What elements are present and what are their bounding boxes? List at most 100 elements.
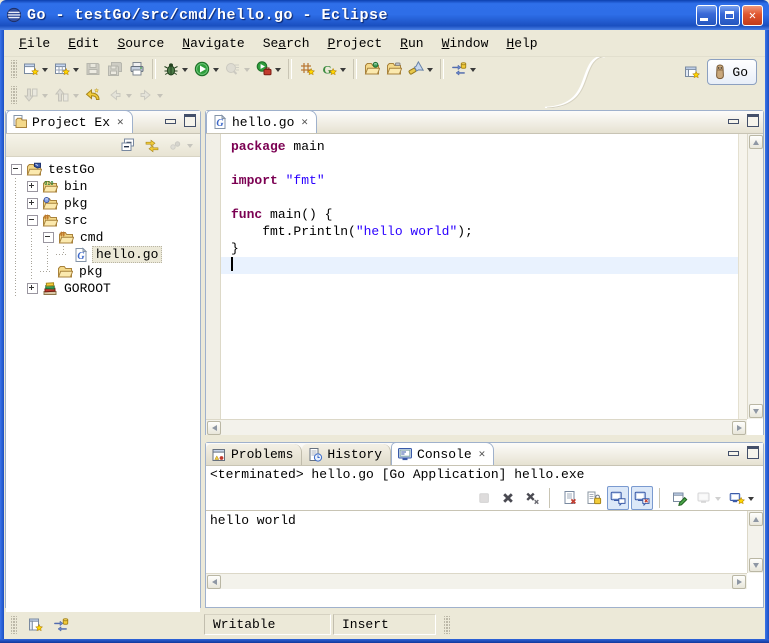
console-vertical-scrollbar[interactable] bbox=[747, 511, 763, 573]
scroll-left-button[interactable] bbox=[207, 421, 221, 435]
tree-item-src[interactable]: src bbox=[8, 212, 198, 229]
minimize-view-button[interactable] bbox=[164, 114, 177, 125]
tree-item-testgo[interactable]: testGo bbox=[8, 161, 198, 178]
collapse-icon[interactable] bbox=[11, 164, 22, 175]
debug-button[interactable] bbox=[160, 57, 191, 81]
external-tools-button[interactable] bbox=[253, 57, 284, 81]
fast-view-button[interactable] bbox=[24, 613, 46, 637]
horizontal-sash[interactable] bbox=[205, 435, 764, 442]
dropdown-arrow-icon[interactable] bbox=[470, 68, 476, 75]
code-line[interactable]: import "fmt" bbox=[221, 172, 739, 189]
dropdown-arrow-icon[interactable] bbox=[187, 144, 193, 151]
code-line[interactable]: func main() { bbox=[221, 206, 739, 223]
code-line[interactable]: } bbox=[221, 240, 739, 257]
editor-vertical-scrollbar[interactable] bbox=[747, 134, 763, 419]
code-line[interactable] bbox=[221, 155, 739, 172]
display-console-button[interactable] bbox=[693, 486, 724, 510]
open-perspective-button[interactable] bbox=[681, 60, 703, 84]
pin-console-button[interactable] bbox=[669, 486, 691, 510]
close-editor-icon[interactable]: ✕ bbox=[301, 115, 308, 129]
expand-icon[interactable] bbox=[27, 181, 38, 192]
dropdown-arrow-icon[interactable] bbox=[213, 68, 219, 75]
go-perspective-button[interactable]: Go bbox=[707, 59, 757, 85]
menu-help[interactable]: Help bbox=[497, 33, 546, 54]
scroll-down-button[interactable] bbox=[749, 558, 763, 572]
sync-button[interactable] bbox=[448, 57, 479, 81]
close-view-icon[interactable]: ✕ bbox=[117, 115, 124, 129]
scroll-right-button[interactable] bbox=[732, 421, 746, 435]
tab-history[interactable]: History bbox=[302, 444, 391, 465]
tab-problems[interactable]: Problems bbox=[206, 444, 302, 465]
search-button[interactable] bbox=[405, 57, 436, 81]
minimize-button[interactable] bbox=[696, 5, 717, 26]
dropdown-arrow-icon[interactable] bbox=[73, 68, 79, 75]
remove-all-launches-button[interactable] bbox=[521, 486, 543, 510]
maximize-view-button[interactable] bbox=[746, 446, 759, 457]
editor-horizontal-scrollbar[interactable] bbox=[206, 419, 747, 435]
forward-button[interactable] bbox=[135, 83, 166, 107]
code-line[interactable]: package main bbox=[221, 138, 739, 155]
dropdown-arrow-icon[interactable] bbox=[73, 94, 79, 101]
expand-icon[interactable] bbox=[27, 283, 38, 294]
code-area[interactable]: package main import "fmt" func main() { fm… bbox=[221, 138, 739, 419]
dropdown-arrow-icon[interactable] bbox=[42, 68, 48, 75]
menu-project[interactable]: Project bbox=[319, 33, 392, 54]
close-view-icon[interactable]: ✕ bbox=[479, 447, 486, 461]
dropdown-arrow-icon[interactable] bbox=[42, 94, 48, 101]
tree-item-cmd[interactable]: cmd bbox=[8, 229, 198, 246]
scroll-down-button[interactable] bbox=[749, 404, 763, 418]
close-button[interactable]: ✕ bbox=[742, 5, 763, 26]
tab-console[interactable]: Console ✕ bbox=[391, 442, 494, 465]
link-with-editor-button[interactable] bbox=[141, 133, 163, 157]
menu-run[interactable]: Run bbox=[391, 33, 432, 54]
save-all-button[interactable] bbox=[104, 57, 126, 81]
console-horizontal-scrollbar[interactable] bbox=[206, 573, 747, 589]
scroll-right-button[interactable] bbox=[732, 575, 746, 589]
expand-icon[interactable] bbox=[27, 198, 38, 209]
dropdown-arrow-icon[interactable] bbox=[126, 94, 132, 101]
import-folder-button[interactable] bbox=[361, 57, 383, 81]
back-button[interactable] bbox=[104, 83, 135, 107]
show-stdout-toggle[interactable] bbox=[607, 486, 629, 510]
menu-file[interactable]: File bbox=[10, 33, 59, 54]
code-line[interactable] bbox=[221, 189, 739, 206]
code-line-current[interactable] bbox=[221, 257, 763, 274]
dropdown-arrow-icon[interactable] bbox=[715, 497, 721, 504]
project-explorer-tab[interactable]: Project Ex ✕ bbox=[6, 110, 133, 133]
run-button[interactable] bbox=[191, 57, 222, 81]
remove-launch-button[interactable] bbox=[497, 486, 519, 510]
tree-item-pkg[interactable]: pkg bbox=[8, 195, 198, 212]
editor-body[interactable]: package main import "fmt" func main() { fm… bbox=[206, 134, 763, 435]
dropdown-arrow-icon[interactable] bbox=[427, 68, 433, 75]
editor-tab-hello-go[interactable]: G hello.go ✕ bbox=[206, 110, 317, 133]
next-annotation-button[interactable] bbox=[20, 83, 51, 107]
code-line[interactable]: fmt.Println("hello world"); bbox=[221, 223, 739, 240]
menu-navigate[interactable]: Navigate bbox=[173, 33, 253, 54]
maximize-button[interactable] bbox=[719, 5, 740, 26]
dropdown-arrow-icon[interactable] bbox=[182, 68, 188, 75]
terminate-button[interactable] bbox=[473, 486, 495, 510]
menu-search[interactable]: Search bbox=[254, 33, 319, 54]
show-stderr-toggle[interactable] bbox=[631, 486, 653, 510]
dropdown-arrow-icon[interactable] bbox=[244, 68, 250, 75]
new-wizard-button[interactable] bbox=[20, 57, 51, 81]
open-folder-button[interactable] bbox=[383, 57, 405, 81]
last-edit-location-button[interactable] bbox=[82, 83, 104, 107]
scroll-lock-button[interactable] bbox=[583, 486, 605, 510]
vertical-sash[interactable] bbox=[201, 110, 205, 608]
minimize-view-button[interactable] bbox=[727, 446, 740, 457]
collapse-icon[interactable] bbox=[43, 232, 54, 243]
minimize-editor-button[interactable] bbox=[727, 114, 740, 125]
new-go-element-button[interactable]: G bbox=[318, 57, 349, 81]
console-output-area[interactable]: hello world bbox=[206, 510, 763, 589]
dropdown-arrow-icon[interactable] bbox=[340, 68, 346, 75]
maximize-view-button[interactable] bbox=[183, 114, 196, 125]
menu-source[interactable]: Source bbox=[108, 33, 173, 54]
tree-item-goroot[interactable]: GOROOT bbox=[8, 280, 198, 297]
toolbar-drag-handle[interactable] bbox=[11, 60, 17, 78]
dropdown-arrow-icon[interactable] bbox=[275, 68, 281, 75]
status-drag-handle[interactable] bbox=[444, 616, 450, 634]
profile-button[interactable] bbox=[222, 57, 253, 81]
new-go-project-button[interactable] bbox=[296, 57, 318, 81]
maximize-editor-button[interactable] bbox=[746, 114, 759, 125]
